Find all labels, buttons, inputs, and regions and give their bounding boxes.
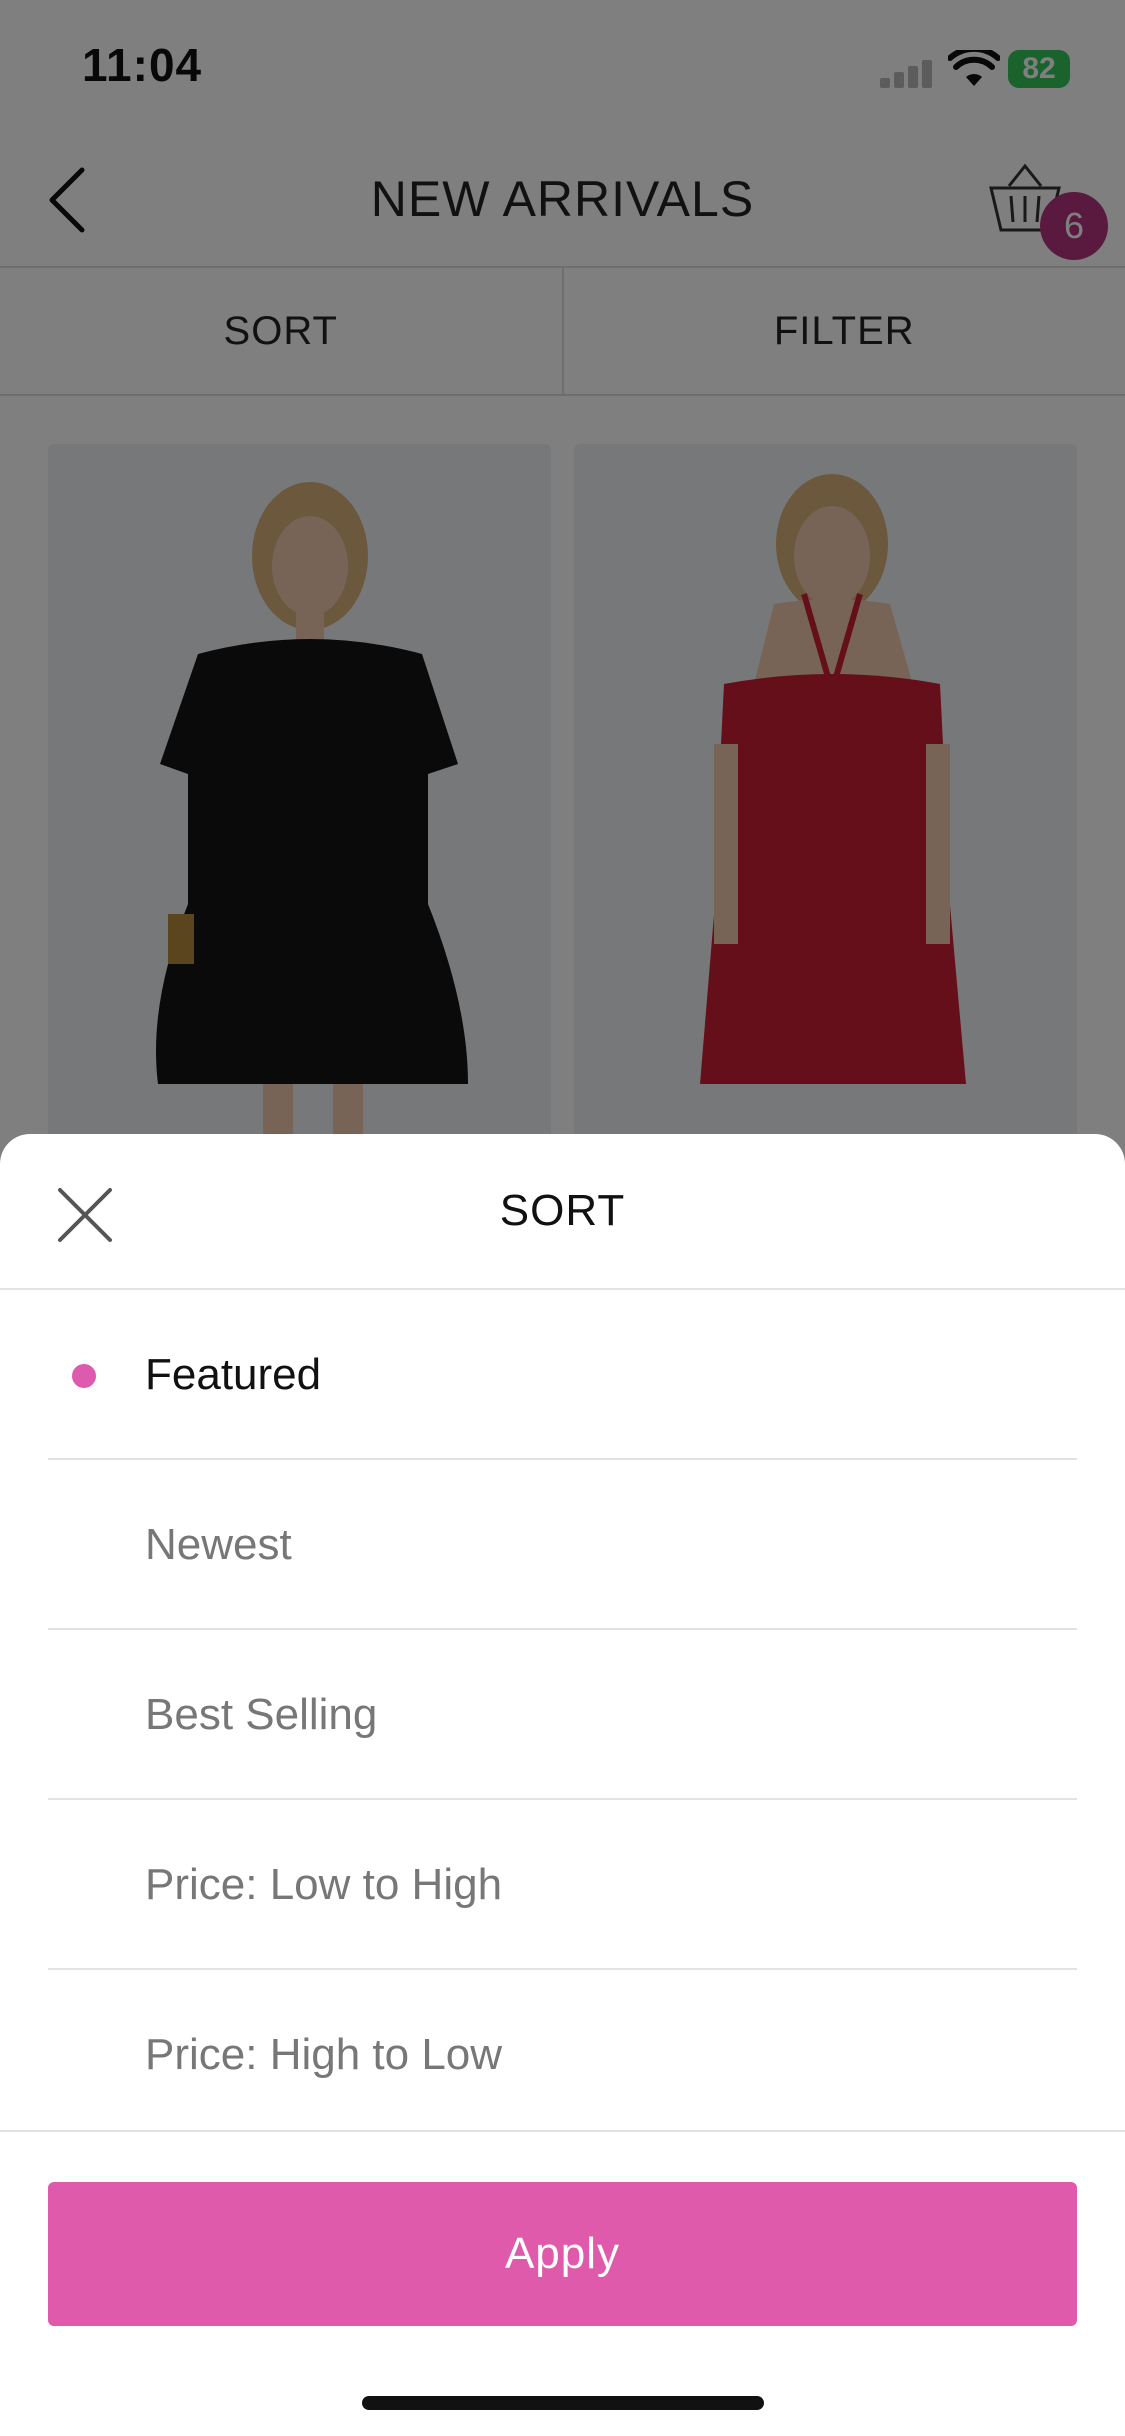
sort-option-price-high-low[interactable]: Price: High to Low <box>48 1970 1077 2138</box>
divider <box>0 2130 1125 2132</box>
selected-indicator-icon <box>72 1364 96 1388</box>
sort-option-featured[interactable]: Featured <box>48 1290 1077 1460</box>
app-screen: 11:04 82 NEW ARRIVALS 6 <box>0 0 1125 2436</box>
sort-option-label: Price: Low to High <box>145 1860 503 1909</box>
sort-option-label: Best Selling <box>145 1690 378 1739</box>
home-indicator[interactable] <box>362 2396 764 2410</box>
sort-option-price-low-high[interactable]: Price: Low to High <box>48 1800 1077 1970</box>
apply-button[interactable]: Apply <box>48 2182 1077 2326</box>
sort-option-best-selling[interactable]: Best Selling <box>48 1630 1077 1800</box>
sheet-header: SORT <box>0 1134 1125 1290</box>
sort-options-list: Featured Newest Best Selling Price: Low … <box>0 1290 1125 2138</box>
sort-option-label: Featured <box>145 1350 322 1399</box>
sheet-title: SORT <box>499 1186 626 1235</box>
sort-bottom-sheet: SORT Featured Newest Best Selling Price:… <box>0 1134 1125 2436</box>
sort-option-newest[interactable]: Newest <box>48 1460 1077 1630</box>
sort-option-label: Newest <box>145 1520 292 1569</box>
sort-option-label: Price: High to Low <box>145 2030 503 2079</box>
